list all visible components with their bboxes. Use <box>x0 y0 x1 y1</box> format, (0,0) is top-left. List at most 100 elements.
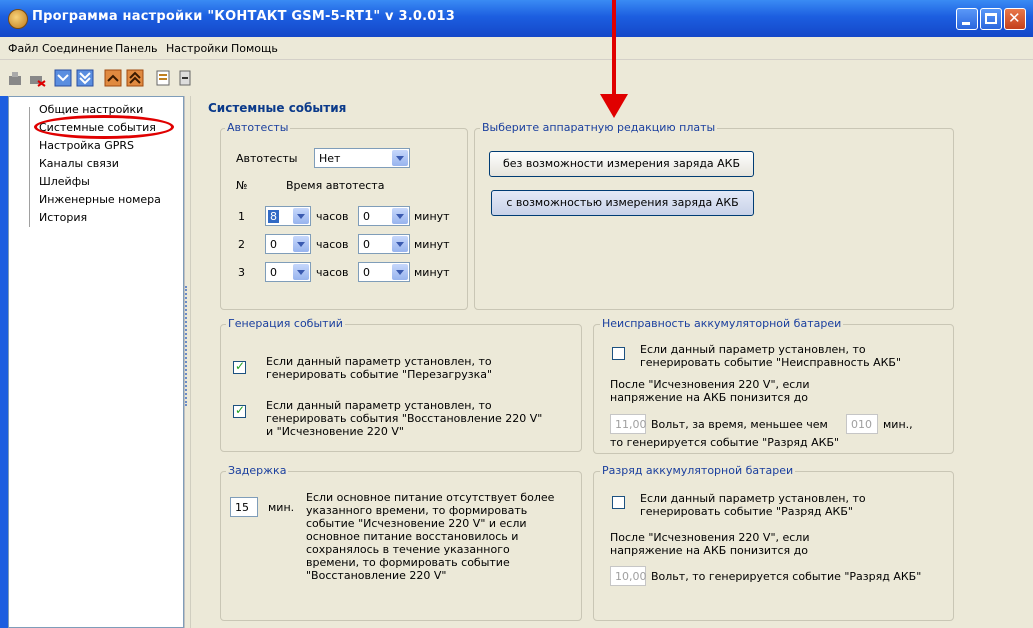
power-event-text: Если данный параметр установлен, то гене… <box>266 399 542 438</box>
minutes-value-3: 0 <box>363 266 370 279</box>
battery-discharge-voltage-text: Вольт, то генерируется событие "Разряд А… <box>651 570 922 583</box>
disconnect-icon[interactable] <box>28 69 46 87</box>
tree-item-general[interactable]: Общие настройки <box>39 103 143 116</box>
minimize-icon <box>962 22 970 25</box>
close-button[interactable]: ✕ <box>1004 8 1026 30</box>
battery-fault-line: генерировать событие "Неисправность АКБ" <box>640 356 902 369</box>
menu-bar: Файл Соединение Панель Настройки Помощь <box>0 37 1033 60</box>
battery-discharge-checkbox[interactable] <box>612 496 625 509</box>
battery-fault-desc-line: напряжение на АКБ понизится до <box>610 391 808 404</box>
close-icon: ✕ <box>1008 9 1021 27</box>
read-icon[interactable] <box>54 69 72 87</box>
chevron-down-icon <box>293 236 309 252</box>
hours-select-1[interactable]: 8 <box>265 206 311 226</box>
delay-minutes-input[interactable]: 15 <box>230 497 258 517</box>
tree-item-channels[interactable]: Каналы связи <box>39 157 119 170</box>
with-charge-button[interactable]: с возможностью измерения заряда АКБ <box>491 190 754 216</box>
reboot-event-text: Если данный параметр установлен, то гене… <box>266 355 492 381</box>
highlight-circle <box>34 115 174 139</box>
page-title: Системные события <box>208 101 347 115</box>
delay-description-line: основное питание восстановилось и <box>306 530 519 543</box>
row-number: 2 <box>238 238 245 251</box>
write-all-icon[interactable] <box>126 69 144 87</box>
row-number: 1 <box>238 210 245 223</box>
read-all-icon[interactable] <box>76 69 94 87</box>
menu-help[interactable]: Помощь <box>231 42 278 55</box>
reboot-event-checkbox[interactable] <box>233 359 246 374</box>
autotests-select[interactable]: Нет <box>314 148 410 168</box>
chevron-down-icon <box>392 264 408 280</box>
delay-description-line: сохранялось в течение указанного <box>306 543 510 556</box>
battery-fault-line: Если данный параметр установлен, то <box>640 343 866 356</box>
battery-fault-minutes-label: мин., <box>883 418 913 431</box>
col-number-header: № <box>236 179 248 192</box>
minimize-button[interactable] <box>956 8 978 30</box>
menu-panel[interactable]: Панель <box>115 42 158 55</box>
battery-fault-checkbox[interactable] <box>612 347 625 360</box>
toolbar <box>0 60 1033 96</box>
chevron-down-icon <box>293 208 309 224</box>
chevron-down-icon <box>293 264 309 280</box>
reboot-event-line: генерировать событие "Перезагрузка" <box>266 368 493 381</box>
delay-description-line: времени, то формировать событие <box>306 556 510 569</box>
hardware-legend: Выберите аппаратную редакцию платы <box>480 121 718 134</box>
connect-icon[interactable] <box>6 69 24 87</box>
hours-label-2: часов <box>316 238 349 251</box>
hours-select-3[interactable]: 0 <box>265 262 311 282</box>
menu-settings[interactable]: Настройки <box>166 42 228 55</box>
without-charge-button[interactable]: без возможности измерения заряда АКБ <box>489 151 754 177</box>
autotests-legend: Автотесты <box>225 121 291 134</box>
chevron-down-icon <box>392 208 408 224</box>
maximize-icon <box>985 13 997 24</box>
hours-label-1: часов <box>316 210 349 223</box>
reboot-event-line: Если данный параметр установлен, то <box>266 355 492 368</box>
power-event-line: Если данный параметр установлен, то <box>266 399 492 412</box>
title-bar: Программа настройки "КОНТАКТ GSM-5-RT1" … <box>0 0 1033 37</box>
maximize-button[interactable] <box>980 8 1002 30</box>
delay-description-line: указанного времени, то формировать <box>306 504 528 517</box>
save-file-icon[interactable] <box>176 69 194 87</box>
hours-select-2[interactable]: 0 <box>265 234 311 254</box>
tree-item-history[interactable]: История <box>39 211 87 224</box>
battery-fault-desc-line: После "Исчезновения 220 V", если <box>610 378 810 391</box>
battery-discharge-legend: Разряд аккумуляторной батареи <box>600 464 796 477</box>
autotests-label: Автотесты <box>236 152 298 165</box>
battery-discharge-text: Если данный параметр установлен, то гене… <box>640 492 866 518</box>
tree-item-engineer-numbers[interactable]: Инженерные номера <box>39 193 161 206</box>
tree-item-gprs[interactable]: Настройка GPRS <box>39 139 134 152</box>
delay-description-line: Если основное питание отсутствует более <box>306 491 555 504</box>
navigation-tree: Общие настройки Системные события Настро… <box>8 96 184 628</box>
minutes-value-2: 0 <box>363 238 370 251</box>
battery-discharge-desc: После "Исчезновения 220 V", если напряже… <box>610 531 810 557</box>
battery-discharge-line: Если данный параметр установлен, то <box>640 492 866 505</box>
menu-file[interactable]: Файл <box>8 42 38 55</box>
battery-discharge-line: генерировать событие "Разряд АКБ" <box>640 505 853 518</box>
annotation-arrow-shaft <box>612 0 616 98</box>
window-border-left <box>0 96 8 628</box>
menu-connection[interactable]: Соединение <box>42 42 113 55</box>
tree-item-loops[interactable]: Шлейфы <box>39 175 90 188</box>
minutes-label-3: минут <box>414 266 450 279</box>
minutes-value-1: 0 <box>363 210 370 223</box>
col-time-header: Время автотеста <box>286 179 385 192</box>
battery-fault-result-text: то генерируется событие "Разряд АКБ" <box>610 436 840 449</box>
write-icon[interactable] <box>104 69 122 87</box>
battery-fault-voltage-input[interactable]: 11,00 <box>610 414 647 434</box>
battery-fault-minutes-input[interactable]: 010 <box>846 414 878 434</box>
battery-discharge-desc-line: напряжение на АКБ понизится до <box>610 544 808 557</box>
hours-label-3: часов <box>316 266 349 279</box>
minutes-select-1[interactable]: 0 <box>358 206 410 226</box>
hours-value-1: 8 <box>268 210 279 223</box>
autotests-select-value: Нет <box>319 152 341 165</box>
battery-discharge-voltage-input[interactable]: 10,00 <box>610 566 647 586</box>
minutes-select-2[interactable]: 0 <box>358 234 410 254</box>
chevron-down-icon <box>392 236 408 252</box>
power-event-line: генерировать события "Восстановление 220… <box>266 412 543 425</box>
open-file-icon[interactable] <box>154 69 172 87</box>
power-event-checkbox[interactable] <box>233 403 246 418</box>
minutes-select-3[interactable]: 0 <box>358 262 410 282</box>
battery-fault-voltage-text: Вольт, за время, меньшее чем <box>651 418 828 431</box>
hours-value-3: 0 <box>270 266 277 279</box>
minutes-label-2: минут <box>414 238 450 251</box>
tree-connector <box>29 107 30 227</box>
